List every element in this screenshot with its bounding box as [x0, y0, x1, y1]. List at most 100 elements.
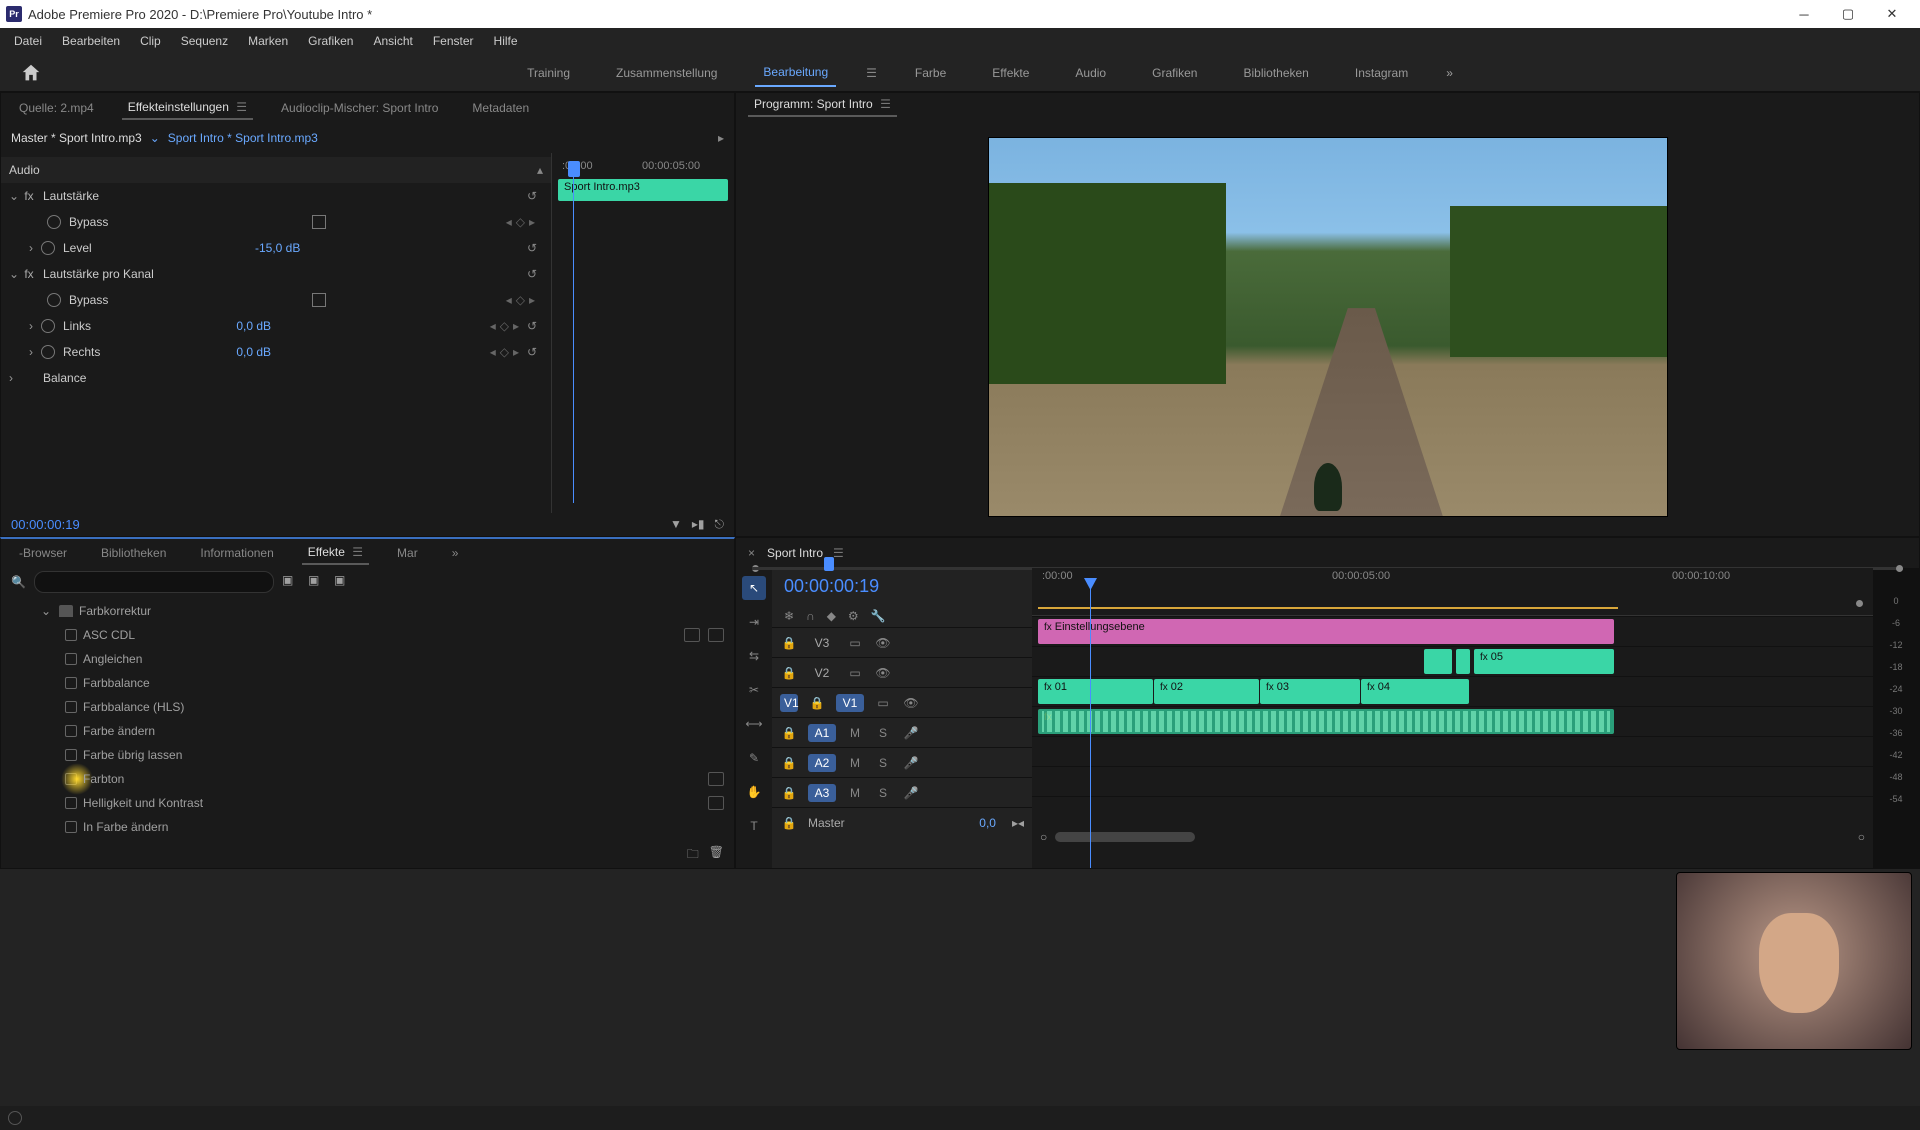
tab-effect-controls[interactable]: Effekteinstellungen ☰ [122, 96, 253, 120]
workspace-bibliotheken[interactable]: Bibliotheken [1235, 60, 1316, 86]
effect-asc-cdl[interactable]: ASC CDL [1, 623, 734, 647]
maximize-button[interactable]: ▢ [1826, 0, 1870, 28]
bypass-checkbox[interactable] [312, 215, 326, 229]
workspace-farbe[interactable]: Farbe [907, 60, 954, 86]
preset-type-icon[interactable]: ▣ [282, 573, 300, 591]
tab-menu-icon[interactable]: ☰ [880, 97, 891, 111]
effect-kanalmixer[interactable]: Kanalmixer [1, 839, 734, 843]
expand-icon[interactable]: ▸◂ [1012, 816, 1024, 830]
track-head-v1[interactable]: V1🔒V1▭👁 [772, 687, 1032, 717]
timeline-timecode[interactable]: 00:00:00:19 [772, 568, 1032, 605]
tab-bibliotheken[interactable]: Bibliotheken [95, 542, 172, 564]
preset-type-icon[interactable]: ▣ [334, 573, 352, 591]
workspace-training[interactable]: Training [519, 60, 578, 86]
workspace-grafiken[interactable]: Grafiken [1144, 60, 1205, 86]
reset-icon[interactable]: ↺ [527, 189, 543, 203]
reset-icon[interactable]: ↺ [527, 345, 543, 359]
chevron-down-icon[interactable]: ⌄ [9, 267, 21, 281]
stopwatch-icon[interactable] [41, 345, 55, 359]
bypass-checkbox[interactable] [312, 293, 326, 307]
tab-browser[interactable]: -Browser [13, 542, 73, 564]
effect-farbe-aendern[interactable]: Farbe ändern [1, 719, 734, 743]
tab-menu-icon[interactable]: ☰ [833, 546, 844, 560]
ripple-tool[interactable]: ⇆ [742, 644, 766, 668]
level-value[interactable]: -15,0 dB [255, 241, 335, 255]
track-head-v2[interactable]: 🔒V2▭👁 [772, 657, 1032, 687]
close-icon[interactable]: × [748, 546, 755, 560]
tab-source[interactable]: Quelle: 2.mp4 [13, 97, 100, 119]
chevron-down-icon[interactable]: ⌄ [41, 604, 53, 618]
stopwatch-icon[interactable] [47, 215, 61, 229]
reset-icon[interactable]: ↺ [527, 319, 543, 333]
fx-badge-icon[interactable]: fx [21, 266, 37, 282]
track-head-master[interactable]: 🔒Master0,0▸◂ [772, 807, 1032, 837]
effect-farbbalance[interactable]: Farbbalance [1, 671, 734, 695]
track-head-a2[interactable]: 🔒A2MS🎤 [772, 747, 1032, 777]
home-icon[interactable] [20, 62, 42, 84]
tabs-overflow-icon[interactable]: » [452, 546, 459, 560]
workspace-overflow-icon[interactable]: » [1446, 66, 1453, 80]
selection-tool[interactable]: ↖ [742, 576, 766, 600]
workspace-effekte[interactable]: Effekte [984, 60, 1037, 86]
rechts-value[interactable]: 0,0 dB [236, 345, 316, 359]
chevron-right-icon[interactable]: › [29, 241, 41, 255]
clip-04[interactable]: fx04 [1361, 679, 1469, 704]
menu-hilfe[interactable]: Hilfe [484, 30, 528, 52]
timeline-hscroll[interactable]: ○○ [1032, 826, 1873, 848]
effect-farbbalance-hls[interactable]: Farbbalance (HLS) [1, 695, 734, 719]
menu-ansicht[interactable]: Ansicht [363, 30, 422, 52]
timeline-ruler[interactable]: :00:00 00:00:05:00 00:00:10:00 [1032, 568, 1873, 616]
effect-mini-timeline[interactable]: :00:00 00:00:05:00 Sport Intro.mp3 [551, 153, 734, 513]
workspace-audio[interactable]: Audio [1067, 60, 1114, 86]
clip-05[interactable]: fx05 [1474, 649, 1614, 674]
status-icon[interactable] [8, 1111, 22, 1125]
workspace-zusammenstellung[interactable]: Zusammenstellung [608, 60, 725, 86]
group-balance[interactable]: › Balance [1, 365, 551, 391]
group-audio[interactable]: Audio ▴ [1, 157, 551, 183]
filter-icon[interactable]: ▼ [670, 517, 682, 532]
clip-03[interactable]: fx03 [1260, 679, 1360, 704]
reset-icon[interactable]: ↺ [527, 241, 543, 255]
chevron-down-icon[interactable]: ⌄ [9, 189, 21, 203]
scroll-up-icon[interactable]: ▴ [537, 163, 543, 177]
effect-helligkeit-kontrast[interactable]: Helligkeit und Kontrast [1, 791, 734, 815]
wrench-icon[interactable]: 🔧 [871, 609, 886, 623]
track-head-a1[interactable]: 🔒A1MS🎤 [772, 717, 1032, 747]
menu-sequenz[interactable]: Sequenz [171, 30, 238, 52]
chevron-right-icon[interactable]: › [29, 319, 41, 333]
mini-playhead[interactable] [568, 161, 580, 177]
linked-selection-icon[interactable]: ∩ [806, 609, 815, 623]
minimize-button[interactable]: ─ [1782, 0, 1826, 28]
menu-clip[interactable]: Clip [130, 30, 171, 52]
stopwatch-icon[interactable] [41, 319, 55, 333]
menu-grafiken[interactable]: Grafiken [298, 30, 363, 52]
chevron-right-icon[interactable]: › [9, 371, 21, 385]
folder-farbkorrektur[interactable]: ⌄ Farbkorrektur [1, 599, 734, 623]
tab-informationen[interactable]: Informationen [194, 542, 279, 564]
links-value[interactable]: 0,0 dB [236, 319, 316, 333]
mini-clip[interactable]: Sport Intro.mp3 [558, 179, 728, 201]
clip-01[interactable]: fx01 [1038, 679, 1153, 704]
play-toggle-icon[interactable]: ▸ [718, 131, 724, 145]
tab-audio-mixer[interactable]: Audioclip-Mischer: Sport Intro [275, 97, 444, 119]
program-video[interactable] [736, 117, 1919, 537]
menu-fenster[interactable]: Fenster [423, 30, 484, 52]
tab-program[interactable]: Programm: Sport Intro ☰ [748, 93, 897, 117]
menu-datei[interactable]: Datei [4, 30, 52, 52]
master-clip-label[interactable]: Master * Sport Intro.mp3 [11, 131, 142, 145]
timeline-canvas[interactable]: :00:00 00:00:05:00 00:00:10:00 fxEinstel… [1032, 568, 1873, 868]
track-select-tool[interactable]: ⇥ [742, 610, 766, 634]
slip-tool[interactable]: ⟷ [742, 712, 766, 736]
stopwatch-icon[interactable] [47, 293, 61, 307]
workspace-config-icon[interactable]: ☰ [866, 66, 877, 80]
menu-marken[interactable]: Marken [238, 30, 298, 52]
source-timecode[interactable]: 00:00:00:19 [1, 513, 90, 536]
tab-menu-icon[interactable]: ☰ [236, 100, 247, 114]
track-head-a3[interactable]: 🔒A3MS🎤 [772, 777, 1032, 807]
effects-search-input[interactable] [34, 571, 274, 593]
play-only-icon[interactable]: ▸▮ [692, 517, 705, 532]
tab-effekte[interactable]: Effekte ☰ [302, 541, 369, 565]
type-tool[interactable]: T [742, 814, 766, 838]
stopwatch-icon[interactable] [41, 241, 55, 255]
settings-icon[interactable]: ⚙ [848, 609, 859, 623]
